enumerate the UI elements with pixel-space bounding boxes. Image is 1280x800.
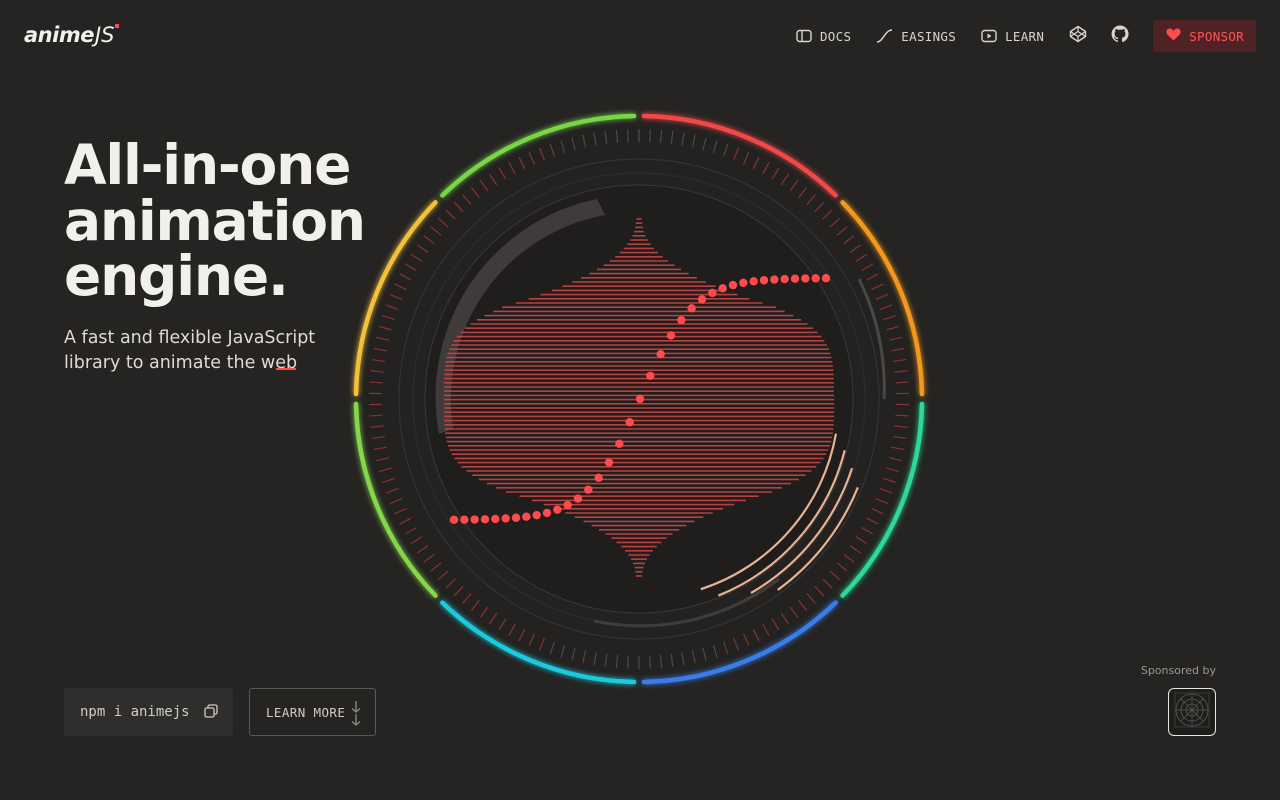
learn-more-button[interactable]: LEARN MORE: [249, 688, 376, 736]
sine-dot: [522, 512, 531, 521]
tick-mark: [369, 414, 383, 417]
sine-dot: [553, 505, 562, 514]
sine-dot: [635, 394, 645, 404]
hero-subtitle-line: A fast and flexible JavaScript: [64, 328, 316, 348]
sine-dot: [615, 439, 624, 449]
sine-dot: [532, 510, 541, 520]
landing-page: anime JS DOCS EASINGS LEARN SPONSOR All-…: [0, 0, 1280, 800]
sine-dot: [656, 349, 665, 359]
tick-mark: [627, 129, 629, 143]
sine-dot: [646, 371, 655, 380]
double-arrow-down-icon: [350, 700, 362, 726]
sine-dot: [728, 280, 738, 290]
sine-dot: [573, 494, 583, 503]
tick-mark: [649, 129, 651, 143]
sine-dot: [460, 515, 469, 524]
sine-dot: [511, 513, 521, 522]
sine-dot: [677, 315, 686, 325]
sponsored-by-label: Sponsored by: [1140, 664, 1216, 677]
sine-dot: [821, 274, 831, 283]
sine-dot: [491, 514, 500, 524]
animation-ring-graphic: [353, 113, 925, 685]
codepen-icon: [1069, 25, 1087, 47]
sine-dot: [449, 515, 459, 524]
tick-mark: [895, 414, 909, 417]
logo-word: anime: [24, 23, 94, 47]
sine-dot: [697, 295, 707, 304]
sponsor-logo[interactable]: [1168, 688, 1216, 736]
sine-dot: [687, 304, 696, 313]
sponsor-grid-logo-icon: [1173, 691, 1211, 733]
nav-easings[interactable]: EASINGS: [876, 29, 956, 44]
sine-dot: [770, 275, 779, 284]
sine-dot: [790, 274, 800, 283]
tick-mark: [895, 381, 909, 384]
sine-dot: [584, 485, 593, 494]
hero-subtitle: A fast and flexible JavaScript library t…: [64, 326, 364, 376]
logo-dot: [115, 24, 120, 28]
sine-dot: [759, 276, 769, 285]
nav-github[interactable]: [1111, 25, 1129, 47]
sponsor-button[interactable]: SPONSOR: [1153, 20, 1256, 52]
install-command: npm i animejs: [80, 704, 190, 720]
hero-animation-visual: [339, 99, 939, 699]
nav-easings-label: EASINGS: [901, 28, 957, 44]
sine-dot: [811, 274, 820, 283]
github-icon: [1111, 25, 1129, 47]
book-icon: [796, 29, 812, 43]
nav-docs[interactable]: DOCS: [796, 29, 851, 44]
sine-dot: [625, 418, 634, 427]
learn-more-label: LEARN MORE: [266, 704, 346, 720]
animated-underline: [276, 368, 296, 370]
hero-title-line: engine.: [64, 244, 289, 308]
sine-dot: [604, 458, 614, 467]
nav-codepen[interactable]: [1069, 25, 1087, 47]
sine-dot: [594, 473, 603, 483]
copy-icon[interactable]: [204, 704, 218, 718]
hero-title-line: All-in-one: [64, 133, 351, 197]
heart-icon: [1166, 28, 1181, 44]
hero-subtitle-line: library to animate the web: [64, 353, 298, 373]
sine-dot: [708, 288, 717, 298]
logo-suffix: JS: [94, 23, 115, 47]
top-nav: DOCS EASINGS LEARN SPONSOR: [796, 20, 1256, 52]
sine-dot: [780, 274, 789, 284]
sponsor-label: SPONSOR: [1189, 28, 1244, 44]
sine-dot: [542, 508, 552, 518]
sine-dot: [739, 278, 748, 288]
sine-dot: [563, 500, 572, 510]
nav-learn-label: LEARN: [1005, 28, 1045, 44]
animejs-logo[interactable]: anime JS: [24, 22, 120, 48]
hero-title-line: animation: [64, 188, 366, 253]
sine-dot: [749, 277, 758, 286]
tick-mark: [649, 655, 651, 669]
sine-dot: [501, 514, 510, 523]
install-command-box[interactable]: npm i animejs: [64, 688, 233, 736]
sine-dot: [718, 284, 727, 293]
sine-dot: [470, 515, 479, 524]
tick-mark: [369, 381, 383, 384]
nav-docs-label: DOCS: [819, 28, 852, 44]
hero-title: All-in-one animation engine.: [64, 133, 366, 308]
sine-dot: [801, 274, 810, 283]
sine-dot: [480, 515, 490, 524]
easing-curve-icon: [876, 29, 893, 43]
tick-mark: [627, 655, 629, 669]
sine-dot: [666, 331, 676, 340]
play-icon: [981, 29, 997, 43]
nav-learn[interactable]: LEARN: [981, 29, 1044, 44]
